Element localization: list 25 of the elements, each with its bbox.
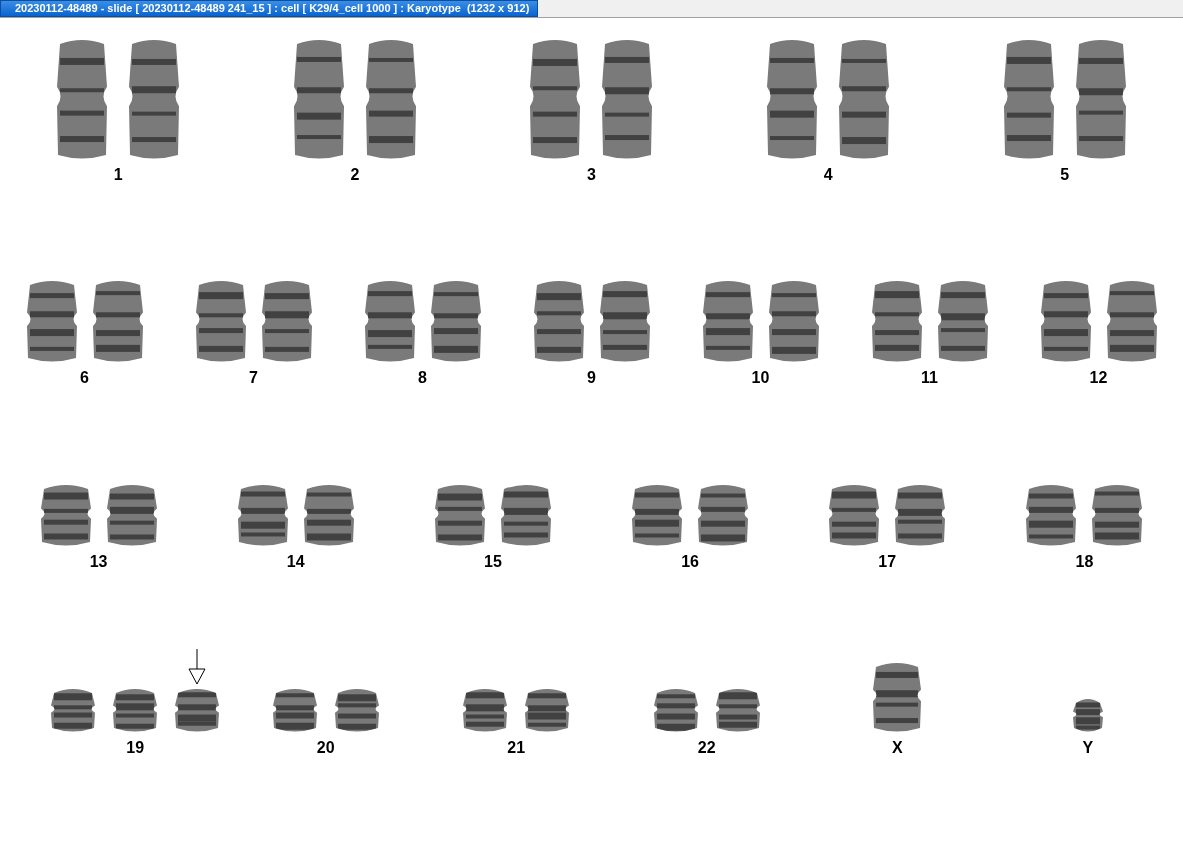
- chromosome-number: 6: [80, 369, 89, 387]
- chromosome-number: 15: [484, 553, 502, 571]
- chromosome-number: 10: [751, 369, 770, 387]
- chromosome-number: X: [891, 739, 903, 757]
- chromosome-number: 2: [350, 166, 360, 184]
- chromosome-number: 18: [1075, 553, 1094, 571]
- chromosome-number: 4: [823, 166, 833, 184]
- chromosome-number: 16: [681, 553, 699, 571]
- chromosome-number: 7: [249, 369, 258, 387]
- chromosome-number: 17: [878, 553, 897, 571]
- chromosome-number: 22: [697, 739, 716, 757]
- chromosome-number: 9: [587, 369, 596, 387]
- chromosome-number: 20: [316, 739, 335, 757]
- chromosome-number: 13: [89, 553, 108, 571]
- chromosome-number: 14: [286, 553, 305, 571]
- chromosome-number: 12: [1089, 369, 1108, 387]
- chromosome-number: 11: [921, 369, 938, 387]
- chromosome-number: 5: [1060, 166, 1070, 184]
- chromosome-number: 19: [126, 739, 145, 757]
- chromosome-number: Y: [1082, 739, 1094, 757]
- window-title: 20230112-48489 - slide [ 20230112-48489 241_15 ] : cell [ K29/4_cell 1000 ] : Karyotype (1232 x 912): [0, 0, 539, 17]
- chromosome-number: 8: [418, 369, 427, 387]
- chromosome-number: 3: [587, 166, 596, 184]
- chromosome-number: 21: [507, 739, 526, 757]
- chromosome-number: 1: [113, 166, 123, 184]
